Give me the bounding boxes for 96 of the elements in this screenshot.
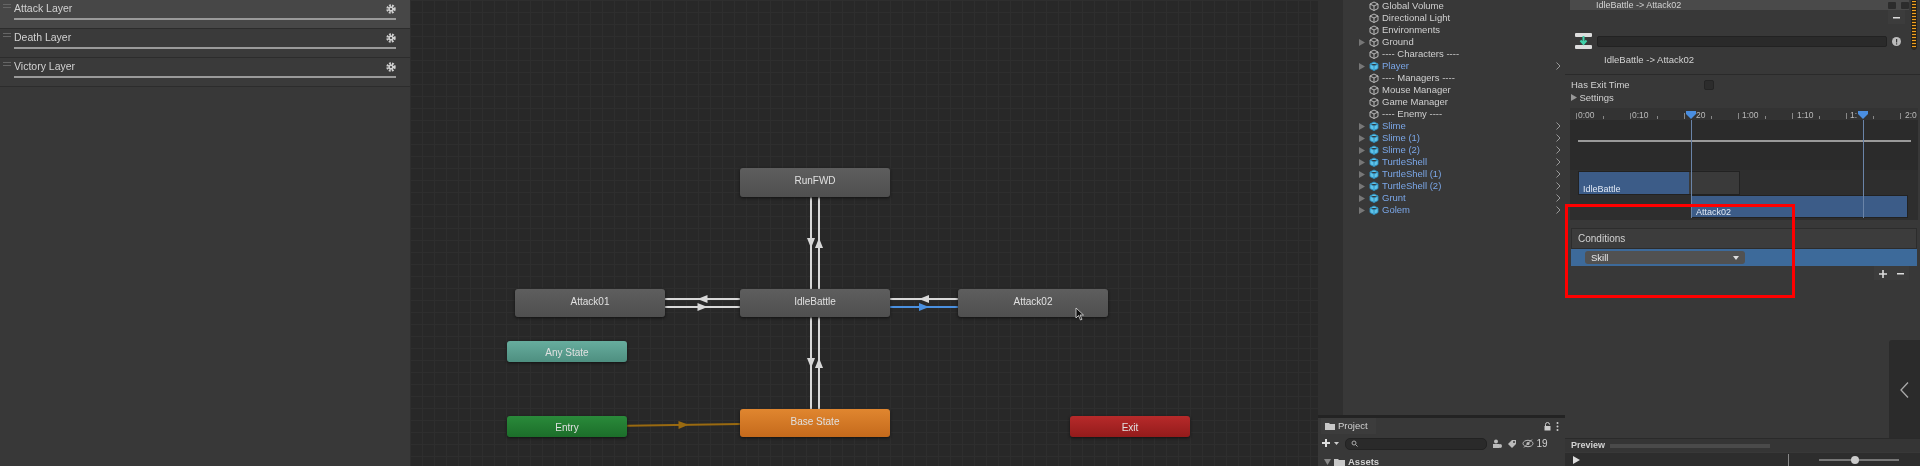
expand-arrow-icon[interactable]: [1359, 62, 1365, 70]
transition-arrow[interactable]: [664, 303, 741, 311]
ruler-label: 1:00: [1742, 109, 1759, 122]
ruler-label: 20: [1696, 109, 1706, 122]
transition-arrow[interactable]: [807, 316, 815, 410]
cube-icon: [1369, 108, 1379, 120]
prefab-cube-icon: [1369, 144, 1379, 156]
drag-handle-icon[interactable]: [3, 33, 11, 37]
layer-name: Death Layer: [14, 31, 72, 43]
cube-icon: [1369, 24, 1379, 36]
prefab-cube-icon: [1369, 204, 1379, 216]
prefab-cube-icon: [1369, 180, 1379, 192]
cube-icon: [1369, 96, 1379, 108]
tag-icon[interactable]: [1507, 438, 1517, 449]
filter-by-type-icon[interactable]: [1492, 438, 1502, 449]
prefab-cube-icon: [1369, 192, 1379, 204]
more-icon[interactable]: [1556, 421, 1559, 431]
ruler-label: 0:00: [1578, 109, 1595, 122]
parameter-dropdown[interactable]: Skill: [1585, 251, 1745, 265]
cube-icon: [1369, 84, 1379, 96]
hidden-count[interactable]: 19: [1522, 436, 1548, 452]
transition-arrow[interactable]: [815, 316, 823, 410]
expand-arrow-icon[interactable]: [1359, 38, 1365, 46]
ruler-label: 1:10: [1797, 109, 1814, 122]
expand-arrow-icon[interactable]: [1324, 459, 1331, 466]
search-icon: [1351, 440, 1358, 448]
state-node[interactable]: Attack01: [515, 289, 665, 317]
panel-tab[interactable]: Project: [1321, 418, 1376, 435]
chevron-left-icon: [1900, 382, 1909, 398]
settings-foldout[interactable]: Settings: [1571, 91, 1917, 105]
start-marker-icon[interactable]: [1686, 111, 1696, 120]
condition-row[interactable]: Skill: [1571, 249, 1917, 267]
eye-slash-icon: [1522, 439, 1534, 449]
state-node[interactable]: Exit: [1070, 416, 1190, 437]
speed-slider[interactable]: [1819, 458, 1899, 461]
slider-thumb[interactable]: [1851, 455, 1859, 464]
solo-checkbox[interactable]: [1888, 1, 1896, 9]
prefab-cube-icon: [1369, 120, 1379, 132]
dropdown-value: Skill: [1591, 250, 1609, 265]
search-field[interactable]: [1345, 437, 1487, 450]
ruler-label: 1:: [1850, 109, 1858, 122]
layer-row[interactable]: Attack Layer: [0, 0, 410, 29]
cube-icon: [1369, 72, 1379, 84]
folder-icon: [1333, 457, 1346, 466]
section-header: Conditions: [1571, 228, 1917, 250]
settings-icon[interactable]: [386, 62, 396, 72]
cube-icon: [1369, 36, 1379, 48]
animation-clip: Attack02: [1691, 195, 1908, 219]
layer-name: Attack Layer: [14, 2, 73, 14]
end-marker-icon[interactable]: [1858, 111, 1868, 120]
lock-icon[interactable]: [1544, 421, 1551, 431]
state-node[interactable]: RunFWD: [740, 168, 890, 197]
prefab-cube-icon: [1369, 60, 1379, 72]
prefab-cube-icon: [1369, 132, 1379, 144]
play-icon[interactable]: [1573, 455, 1580, 464]
state-node[interactable]: Entry: [507, 416, 627, 437]
plus-icon: [1879, 270, 1887, 279]
transition-arrow[interactable]: [889, 303, 959, 311]
transition-arrow[interactable]: [815, 196, 823, 290]
expand-arrow-icon: [1571, 94, 1577, 102]
prefab-cube-icon: [1369, 156, 1379, 168]
state-node[interactable]: Attack02: [958, 289, 1108, 317]
cube-icon: [1369, 48, 1379, 60]
state-node[interactable]: IdleBattle: [740, 289, 890, 317]
transition-icon: [1575, 33, 1592, 49]
transition-arrow[interactable]: [889, 295, 959, 303]
ruler-label: 0:10: [1632, 109, 1649, 122]
ruler-label: 2:0: [1905, 109, 1917, 122]
animation-clip: IdleBattle: [1578, 171, 1740, 196]
inspector-title: IdleBattle -> Attack02: [1565, 49, 1920, 76]
mute-checkbox[interactable]: [1901, 1, 1909, 9]
drag-handle-icon[interactable]: [3, 62, 11, 66]
cube-icon: [1369, 12, 1379, 24]
folder-item[interactable]: Assets: [1348, 455, 1380, 466]
cube-icon: [1369, 0, 1379, 12]
transition-arrow[interactable]: [664, 295, 741, 303]
settings-icon[interactable]: [386, 4, 396, 14]
preview-label: Preview: [1571, 438, 1606, 452]
scrollbar[interactable]: [1911, 0, 1917, 50]
minus-icon: [1897, 273, 1904, 276]
help-icon[interactable]: [1892, 36, 1901, 46]
add-menu-icon[interactable]: [1322, 439, 1340, 449]
minus-icon: [1893, 17, 1900, 20]
caret-icon: [1733, 255, 1739, 260]
chevron-right-icon[interactable]: [1556, 62, 1561, 70]
field-label: Has Exit Time: [1571, 77, 1631, 92]
folder-icon: [1325, 422, 1335, 431]
layer-name: Victory Layer: [14, 60, 76, 72]
transition-label: IdleBattle -> Attack02: [1596, 0, 1682, 10]
remove-button[interactable]: [1888, 10, 1905, 24]
transition-list-item[interactable]: IdleBattle -> Attack02: [1570, 0, 1909, 10]
timeline-scrubber: [1788, 453, 1789, 466]
transition-arrow[interactable]: [807, 196, 815, 290]
settings-icon[interactable]: [386, 33, 396, 43]
prefab-cube-icon: [1369, 168, 1379, 180]
cursor-icon: [1075, 307, 1085, 321]
